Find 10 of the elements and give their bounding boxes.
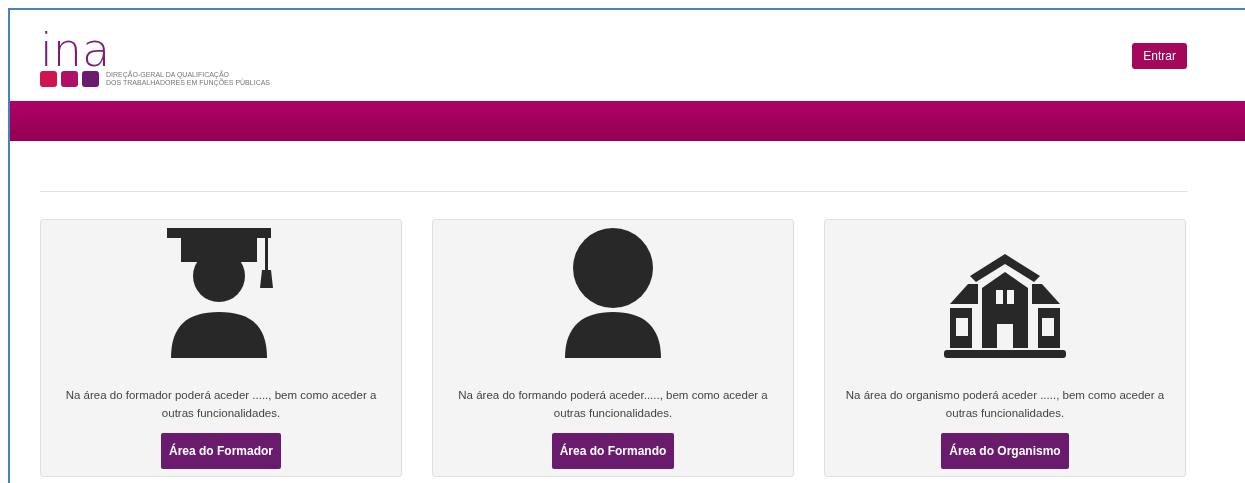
area-button[interactable]: Área do Organismo (941, 433, 1069, 469)
logo-squares-icon (40, 70, 100, 87)
area-button[interactable]: Área do Formador (161, 433, 281, 469)
logo-wordmark: ina (40, 30, 111, 69)
card-description: Na área do formador poderá aceder ....., bem como aceder a outras funcionalidades. (64, 388, 378, 421)
person-icon (563, 226, 663, 360)
area-button[interactable]: Área do Formando (551, 433, 675, 469)
card-description: Na área do formando poderá aceder....., bem como aceder a outras funcionalidades. (457, 388, 769, 421)
card-description: Na área do organismo poderá aceder ....., bem como aceder a outras funcionalidades. (844, 388, 1166, 421)
login-button[interactable]: Entrar (1132, 42, 1187, 69)
